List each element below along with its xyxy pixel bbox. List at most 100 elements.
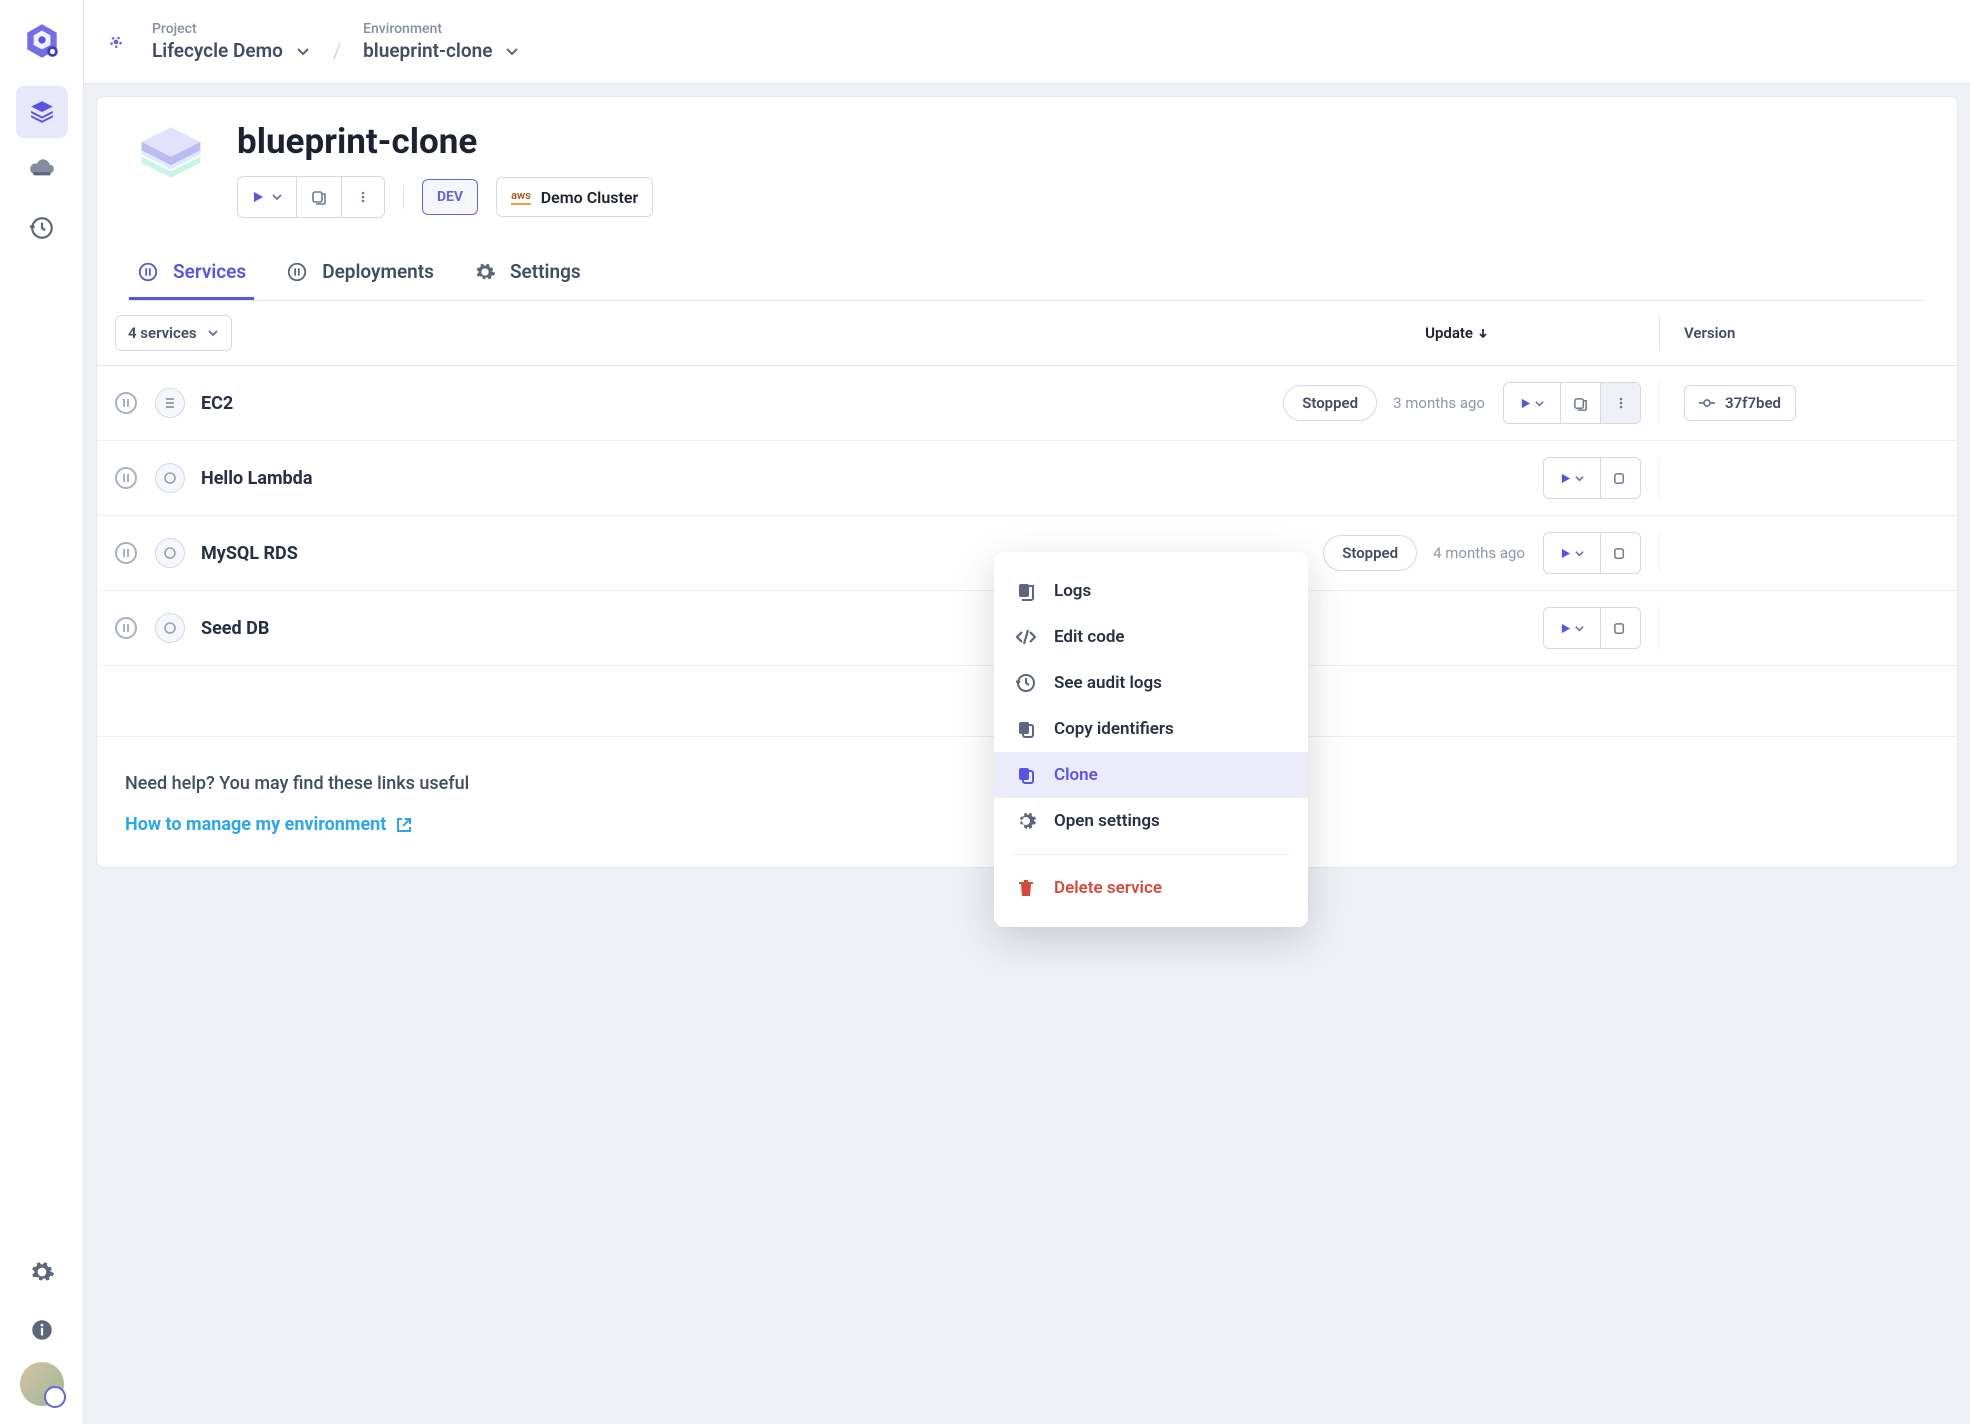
chevron-down-icon — [272, 192, 282, 202]
cluster-selector[interactable]: aws Demo Cluster — [496, 177, 653, 217]
chevron-down-icon — [1575, 624, 1584, 633]
status-pill: Stopped — [1283, 385, 1377, 421]
play-icon — [1560, 548, 1571, 559]
chevron-down-icon — [1575, 474, 1584, 483]
breadcrumb-project[interactable]: Project Lifecycle Demo — [152, 21, 311, 62]
status-icon — [115, 392, 137, 414]
row-logs-button[interactable] — [1600, 608, 1640, 648]
play-button[interactable] — [238, 177, 296, 217]
cluster-name: Demo Cluster — [541, 188, 638, 207]
history-icon — [29, 215, 55, 241]
status-icon — [115, 467, 137, 489]
column-update[interactable]: Update — [1425, 324, 1489, 342]
menu-item-edit-code[interactable]: Edit code — [994, 614, 1308, 660]
logs-icon — [311, 189, 327, 205]
more-button[interactable] — [341, 177, 384, 217]
menu-item-delete-service[interactable]: Delete service — [994, 865, 1308, 911]
history-icon — [1016, 673, 1036, 693]
status-pill: Stopped — [1323, 535, 1417, 571]
menu-label: Open settings — [1054, 811, 1160, 831]
menu-item-audit-logs[interactable]: See audit logs — [994, 660, 1308, 706]
help-link-manage-env[interactable]: How to manage my environment — [125, 814, 412, 835]
tab-deployments[interactable]: Deployments — [278, 246, 442, 300]
service-row: EC2 Stopped 3 months ago 37f7bed — [97, 366, 1957, 441]
services-filter[interactable]: 4 services — [115, 315, 232, 351]
service-type-icon — [155, 463, 185, 493]
more-vertical-icon — [356, 190, 370, 204]
app-logo — [21, 20, 63, 62]
chevron-down-icon — [504, 43, 520, 59]
row-action-group — [1503, 382, 1641, 424]
chevron-down-icon — [295, 43, 311, 59]
trash-icon — [1016, 878, 1036, 898]
more-vertical-icon — [1614, 396, 1628, 410]
column-version: Version — [1659, 315, 1939, 351]
status-icon — [115, 617, 137, 639]
pause-circle-icon — [137, 261, 159, 283]
separator — [403, 185, 404, 209]
logs-icon — [1613, 621, 1628, 636]
nav-settings[interactable] — [16, 1246, 68, 1298]
row-more-button[interactable] — [1600, 383, 1640, 423]
code-icon — [1016, 627, 1036, 647]
row-action-group — [1543, 532, 1641, 574]
logs-button[interactable] — [296, 177, 341, 217]
menu-label: Logs — [1054, 581, 1091, 601]
service-row: Hello Lambda — [97, 441, 1957, 516]
env-action-group — [237, 176, 385, 218]
project-icon — [102, 28, 130, 56]
tab-settings[interactable]: Settings — [466, 246, 589, 300]
service-context-menu: Logs Edit code See audit logs Copy ident… — [994, 552, 1308, 927]
menu-label: Edit code — [1054, 627, 1125, 647]
help-link-label: How to manage my environment — [125, 814, 386, 835]
menu-item-open-settings[interactable]: Open settings — [994, 798, 1308, 844]
tab-label: Settings — [510, 260, 581, 283]
chevron-down-icon — [207, 327, 219, 339]
filter-label: 4 services — [128, 324, 197, 342]
version-button[interactable]: 37f7bed — [1684, 385, 1796, 421]
row-logs-button[interactable] — [1560, 383, 1600, 423]
service-name[interactable]: Hello Lambda — [201, 468, 312, 489]
play-icon — [1560, 473, 1571, 484]
tab-services[interactable]: Services — [129, 246, 254, 300]
gear-icon — [474, 261, 496, 283]
nav-history[interactable] — [16, 202, 68, 254]
play-icon — [1560, 623, 1571, 634]
breadcrumb-separator: / — [333, 21, 341, 63]
row-play-button[interactable] — [1544, 608, 1600, 648]
nav-info[interactable] — [16, 1304, 68, 1356]
service-type-icon — [155, 388, 185, 418]
chevron-down-icon — [1575, 549, 1584, 558]
menu-item-clone[interactable]: Clone — [994, 752, 1308, 798]
info-icon — [29, 1317, 55, 1343]
service-name[interactable]: Seed DB — [201, 618, 269, 639]
row-play-button[interactable] — [1504, 383, 1560, 423]
menu-label: Copy identifiers — [1054, 719, 1174, 739]
nav-environments[interactable] — [16, 86, 68, 138]
version-hash: 37f7bed — [1725, 394, 1781, 412]
user-avatar[interactable] — [20, 1362, 64, 1406]
row-play-button[interactable] — [1544, 533, 1600, 573]
row-play-button[interactable] — [1544, 458, 1600, 498]
cloud-icon — [29, 157, 55, 183]
nav-clusters[interactable] — [16, 144, 68, 196]
menu-item-logs[interactable]: Logs — [994, 568, 1308, 614]
service-type-icon — [155, 538, 185, 568]
dev-badge[interactable]: DEV — [422, 179, 478, 215]
menu-label: Clone — [1054, 765, 1098, 785]
breadcrumb-environment[interactable]: Environment blueprint-clone — [363, 21, 520, 62]
aws-icon: aws — [511, 189, 531, 205]
copy-icon — [1016, 765, 1036, 785]
service-type-icon — [155, 613, 185, 643]
table-header: 4 services Update Version — [97, 301, 1957, 366]
menu-item-copy-identifiers[interactable]: Copy identifiers — [994, 706, 1308, 752]
row-logs-button[interactable] — [1600, 533, 1640, 573]
gear-icon — [1016, 811, 1036, 831]
project-label: Project — [152, 21, 311, 37]
service-name[interactable]: EC2 — [201, 393, 233, 414]
row-logs-button[interactable] — [1600, 458, 1640, 498]
service-name[interactable]: MySQL RDS — [201, 543, 298, 564]
menu-label: See audit logs — [1054, 673, 1162, 693]
updated-ago: 4 months ago — [1433, 544, 1525, 562]
tab-bar: Services Deployments Settings — [129, 246, 1925, 301]
